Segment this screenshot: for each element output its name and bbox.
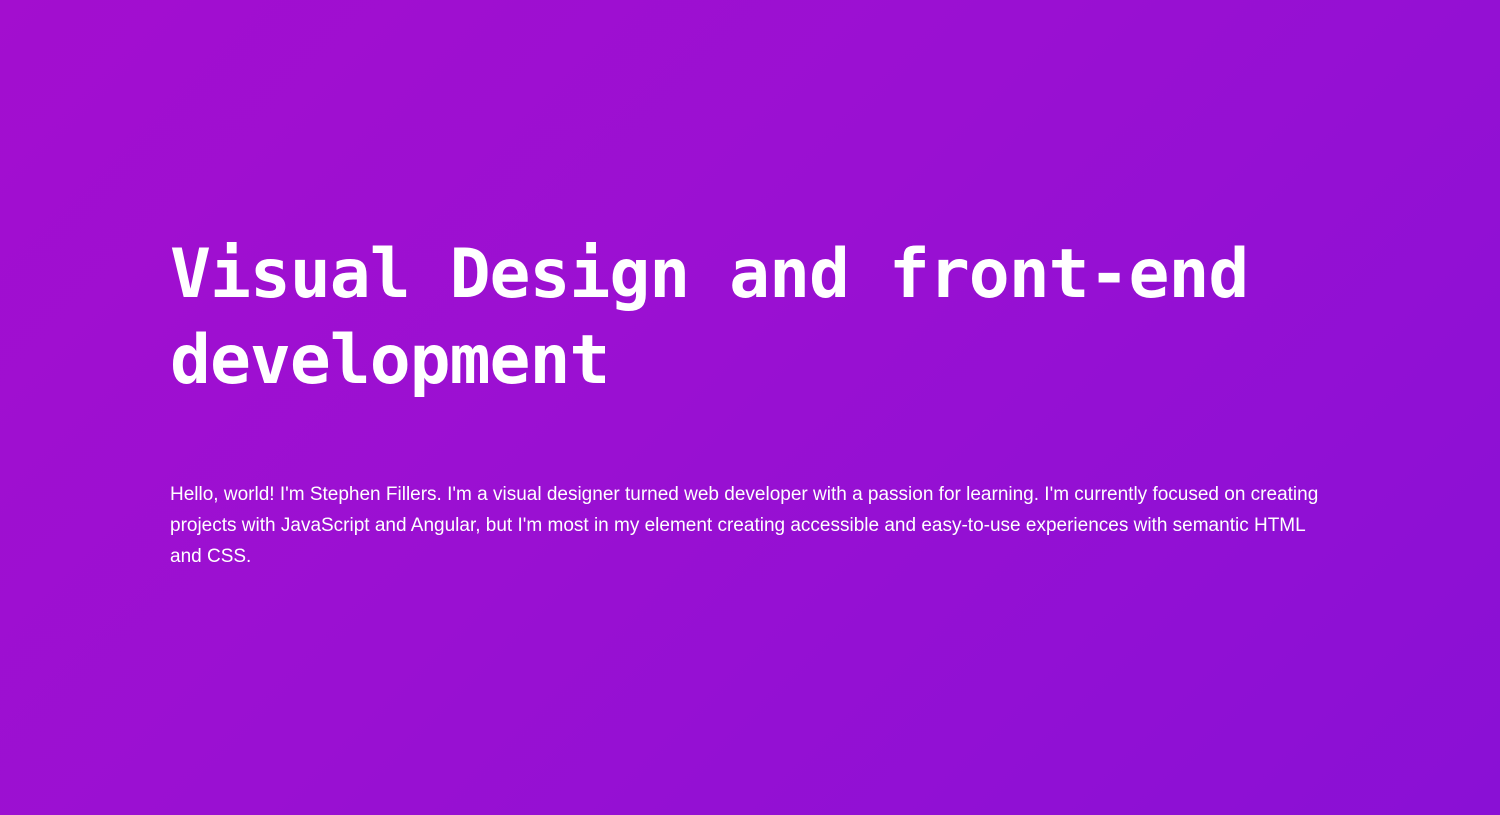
hero-section: Visual Design and front-end development … [170,232,1330,572]
hero-title: Visual Design and front-end development [170,235,1249,400]
hero-intro-text: Hello, world! I'm Stephen Fillers. I'm a… [170,484,1319,567]
